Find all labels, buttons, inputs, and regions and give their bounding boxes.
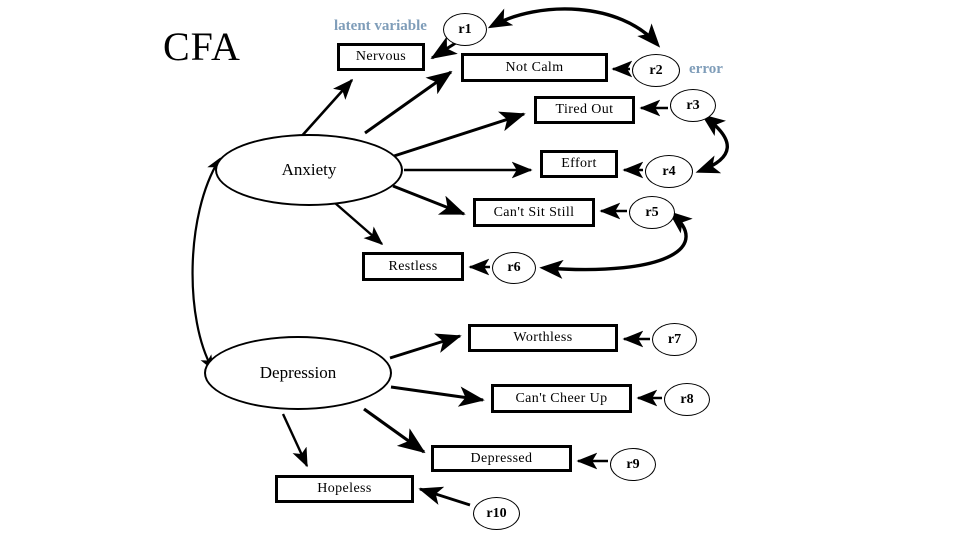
error-term-r3[interactable]: r3 xyxy=(670,89,716,122)
cfa-diagram-canvas: CFA latent variable error Anxiety Depres… xyxy=(0,0,960,540)
correlation-r3-r4 xyxy=(695,114,729,174)
error-term-r5-label: r5 xyxy=(645,204,659,220)
indicator-nervous[interactable]: Nervous xyxy=(337,43,425,71)
error-term-r1-label: r1 xyxy=(458,21,472,37)
indicator-hopeless-label: Hopeless xyxy=(317,481,372,496)
indicator-effort-label: Effort xyxy=(561,156,597,171)
latent-factor-depression[interactable]: Depression xyxy=(204,336,392,410)
error-term-r3-label: r3 xyxy=(686,97,700,113)
indicator-not-calm[interactable]: Not Calm xyxy=(461,53,608,82)
indicator-nervous-label: Nervous xyxy=(355,49,407,64)
indicator-tired-out[interactable]: Tired Out xyxy=(534,96,635,124)
error-annotation: error xyxy=(689,61,723,77)
error-term-r1[interactable]: r1 xyxy=(443,13,487,46)
loading-anxiety-nervous xyxy=(299,78,354,139)
error-term-r2[interactable]: r2 xyxy=(632,54,680,87)
indicator-not-calm-label: Not Calm xyxy=(505,59,564,75)
indicator-depressed-label: Depressed xyxy=(470,450,533,466)
loading-depression-hopeless xyxy=(281,413,309,468)
loading-anxiety-tired-out xyxy=(393,111,526,158)
error-term-r7-label: r7 xyxy=(667,331,682,347)
loading-anxiety-restless xyxy=(334,202,384,245)
error-term-r6-label: r6 xyxy=(507,260,521,275)
error-term-r9[interactable]: r9 xyxy=(610,448,656,481)
error-term-r7[interactable]: r7 xyxy=(652,323,697,356)
page-title: CFA xyxy=(163,24,241,69)
error-term-r4[interactable]: r4 xyxy=(645,155,693,188)
error-term-r8[interactable]: r8 xyxy=(664,383,710,416)
error-term-r9-label: r9 xyxy=(626,456,640,472)
indicator-depressed[interactable]: Depressed xyxy=(431,445,572,472)
error-arrow-r10-hopeless xyxy=(418,486,471,507)
error-term-r10-label: r10 xyxy=(486,505,507,521)
loading-depression-depressed xyxy=(363,407,426,454)
correlation-r1-r2 xyxy=(487,7,661,48)
indicator-restless[interactable]: Restless xyxy=(362,252,464,281)
loading-anxiety-not-calm xyxy=(364,70,453,135)
indicator-hopeless[interactable]: Hopeless xyxy=(275,475,414,503)
indicator-effort[interactable]: Effort xyxy=(540,150,618,178)
loading-depression-worthless xyxy=(389,333,462,360)
error-term-r4-label: r4 xyxy=(662,163,676,179)
indicator-cant-sit-still[interactable]: Can't Sit Still xyxy=(473,198,595,227)
latent-variable-annotation: latent variable xyxy=(334,18,427,34)
latent-factor-anxiety-label: Anxiety xyxy=(281,160,337,179)
indicator-cant-sit-still-label: Can't Sit Still xyxy=(493,204,575,220)
latent-factor-anxiety[interactable]: Anxiety xyxy=(215,134,403,206)
loading-anxiety-cant-sit-still xyxy=(392,184,466,216)
indicator-cant-cheer-up[interactable]: Can't Cheer Up xyxy=(491,384,632,413)
indicator-tired-out-label: Tired Out xyxy=(555,102,614,117)
indicator-worthless[interactable]: Worthless xyxy=(468,324,618,352)
indicator-worthless-label: Worthless xyxy=(513,330,573,345)
latent-factor-depression-label: Depression xyxy=(259,363,337,382)
loading-depression-cant-cheer-up xyxy=(390,385,485,407)
correlation-anxiety-depression xyxy=(191,157,221,371)
error-term-r6[interactable]: r6 xyxy=(492,252,536,284)
indicator-cant-cheer-up-label: Can't Cheer Up xyxy=(515,390,608,406)
error-term-r2-label: r2 xyxy=(649,62,663,78)
error-term-r8-label: r8 xyxy=(680,391,694,407)
error-term-r5[interactable]: r5 xyxy=(629,196,675,229)
error-term-r10[interactable]: r10 xyxy=(473,497,520,530)
indicator-restless-label: Restless xyxy=(388,258,438,274)
